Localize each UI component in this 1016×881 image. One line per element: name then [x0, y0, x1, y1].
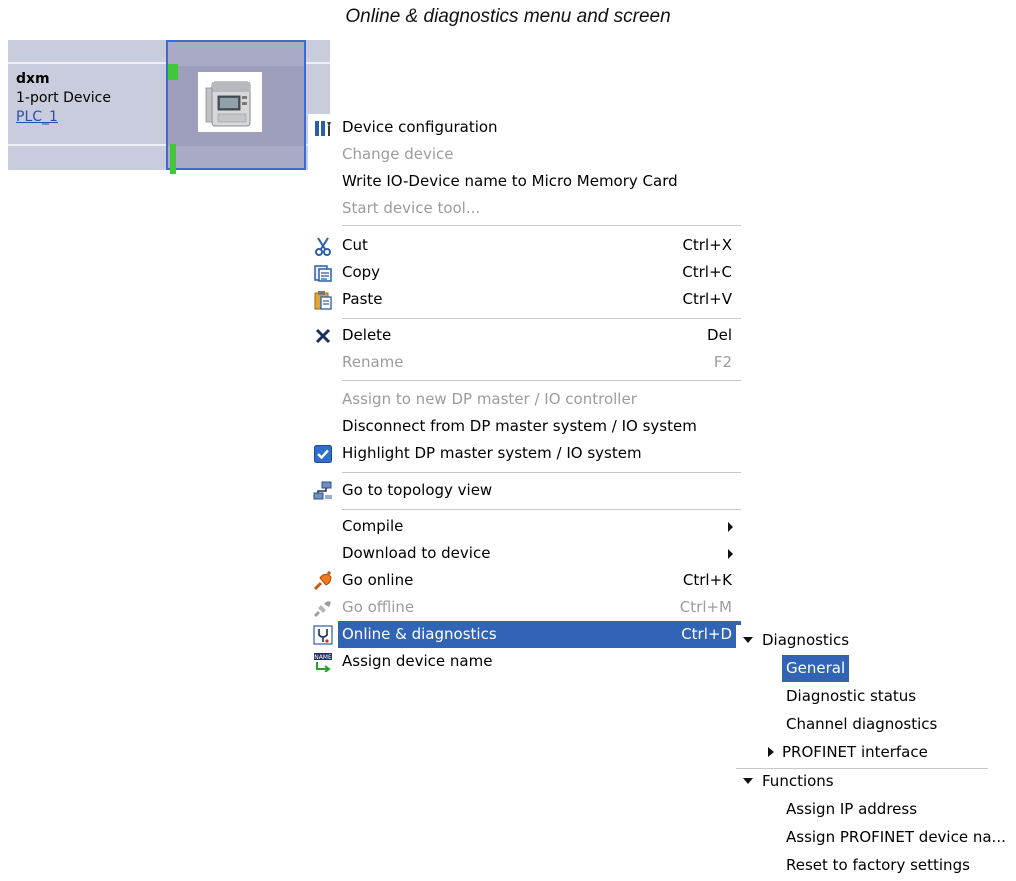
menu-item-assign-dp-master[interactable]: Assign to new DP master / IO controller [308, 386, 741, 413]
submenu-item-diagnostic-status[interactable]: Diagnostic status [786, 683, 916, 710]
go-online-icon [312, 570, 334, 592]
submenu-arrow-icon [728, 549, 733, 559]
device-image [198, 72, 262, 132]
device-type: 1-port Device [16, 90, 111, 106]
menu-item-compile[interactable]: Compile [308, 513, 741, 540]
menu-label: Cut [342, 236, 368, 254]
menu-shortcut: Ctrl+K [682, 571, 732, 589]
assign-name-icon: NAME [312, 651, 334, 673]
menu-label: Online & diagnostics [342, 625, 497, 643]
menu-item-delete[interactable]: Delete Del [308, 322, 741, 349]
menu-shortcut: Del [707, 326, 732, 344]
menu-item-online-diagnostics[interactable]: Online & diagnostics Ctrl+D [313, 621, 741, 648]
menu-item-topology-view[interactable]: Go to topology view [308, 477, 741, 504]
expand-right-icon[interactable] [768, 747, 774, 757]
menu-shortcut: Ctrl+M [679, 598, 732, 616]
menu-shortcut: F2 [713, 353, 732, 371]
submenu-header-functions[interactable]: Functions [762, 768, 834, 795]
menu-label: Copy [342, 263, 381, 281]
menu-label: Rename [342, 353, 404, 371]
topology-icon [312, 480, 334, 502]
device-name: dxm [16, 71, 50, 87]
plc-link[interactable]: PLC_1 [16, 108, 111, 127]
paste-icon [312, 289, 334, 311]
online-diagnostics-icon [312, 624, 334, 646]
menu-item-highlight[interactable]: Highlight DP master system / IO system [308, 440, 741, 467]
menu-label: Highlight DP master system / IO system [342, 444, 642, 462]
network-canvas: dxm 1-port Device PLC_1 [8, 40, 330, 174]
port-status-indicator [168, 64, 178, 80]
submenu-item-reset-factory[interactable]: Reset to factory settings [786, 852, 970, 879]
menu-shortcut: Ctrl+X [682, 236, 732, 254]
delete-icon [312, 325, 334, 347]
submenu-arrow-icon [728, 522, 733, 532]
menu-label: Disconnect from DP master system / IO sy… [342, 417, 697, 435]
expand-down-icon[interactable] [743, 637, 753, 643]
menu-separator [342, 225, 741, 226]
copy-icon [312, 262, 334, 284]
device-module[interactable] [166, 40, 306, 170]
port-connector [170, 144, 176, 174]
menu-item-start-device-tool[interactable]: Start device tool... [308, 195, 741, 222]
menu-item-download[interactable]: Download to device [308, 540, 741, 567]
menu-item-go-online[interactable]: Go online Ctrl+K [308, 567, 741, 594]
menu-label: Change device [342, 145, 454, 163]
menu-label: Compile [342, 517, 404, 535]
menu-item-device-configuration[interactable]: Device configuration [308, 114, 741, 141]
menu-separator [342, 380, 741, 381]
submenu-header-diagnostics[interactable]: Diagnostics [762, 627, 849, 654]
menu-label: Go to topology view [342, 481, 493, 499]
menu-item-write-io-device-name[interactable]: Write IO-Device name to Micro Memory Car… [308, 168, 741, 195]
context-menu: Device configuration Change device Write… [308, 114, 741, 677]
menu-separator [342, 509, 741, 510]
submenu-item-channel-diagnostics[interactable]: Channel diagnostics [786, 711, 937, 738]
menu-label: Assign device name [342, 652, 493, 670]
menu-separator [342, 318, 741, 319]
submenu-item-general[interactable]: General [782, 655, 850, 682]
menu-item-change-device[interactable]: Change device [308, 141, 741, 168]
figure-caption: Online & diagnostics menu and screen [345, 6, 671, 27]
submenu-item-assign-profinet-name[interactable]: Assign PROFINET device na... [786, 824, 1006, 851]
menu-label: Go offline [342, 598, 415, 616]
menu-item-go-offline[interactable]: Go offline Ctrl+M [308, 594, 741, 621]
menu-label: Start device tool... [342, 199, 481, 217]
menu-shortcut: Ctrl+D [681, 625, 732, 643]
menu-label: Paste [342, 290, 383, 308]
menu-shortcut: Ctrl+C [682, 263, 732, 281]
menu-separator [342, 472, 741, 473]
menu-item-assign-device-name[interactable]: NAME Assign device name [308, 648, 741, 675]
svg-text:NAME: NAME [314, 654, 332, 661]
menu-item-disconnect[interactable]: Disconnect from DP master system / IO sy… [308, 413, 741, 440]
checkbox-checked-icon[interactable] [312, 443, 334, 465]
submenu-item-assign-ip[interactable]: Assign IP address [786, 796, 917, 823]
expand-down-icon[interactable] [743, 778, 753, 784]
go-offline-icon [312, 597, 334, 619]
submenu-item-profinet-interface[interactable]: PROFINET interface [782, 739, 928, 766]
menu-label: Delete [342, 326, 392, 344]
menu-label: Download to device [342, 544, 491, 562]
menu-item-paste[interactable]: Paste Ctrl+V [308, 286, 741, 313]
menu-label: Assign to new DP master / IO controller [342, 390, 637, 408]
menu-shortcut: Ctrl+V [682, 290, 732, 308]
device-configuration-icon [312, 117, 334, 139]
menu-label: Device configuration [342, 118, 498, 136]
menu-item-cut[interactable]: Cut Ctrl+X [308, 232, 741, 259]
device-info: dxm 1-port Device PLC_1 [16, 70, 111, 127]
menu-item-rename[interactable]: Rename F2 [308, 349, 741, 376]
scissors-icon [312, 235, 334, 257]
menu-label: Go online [342, 571, 414, 589]
online-diagnostics-submenu: Diagnostics General Diagnostic status Ch… [736, 625, 1006, 881]
menu-item-copy[interactable]: Copy Ctrl+C [308, 259, 741, 286]
menu-label: Write IO-Device name to Micro Memory Car… [342, 172, 678, 190]
